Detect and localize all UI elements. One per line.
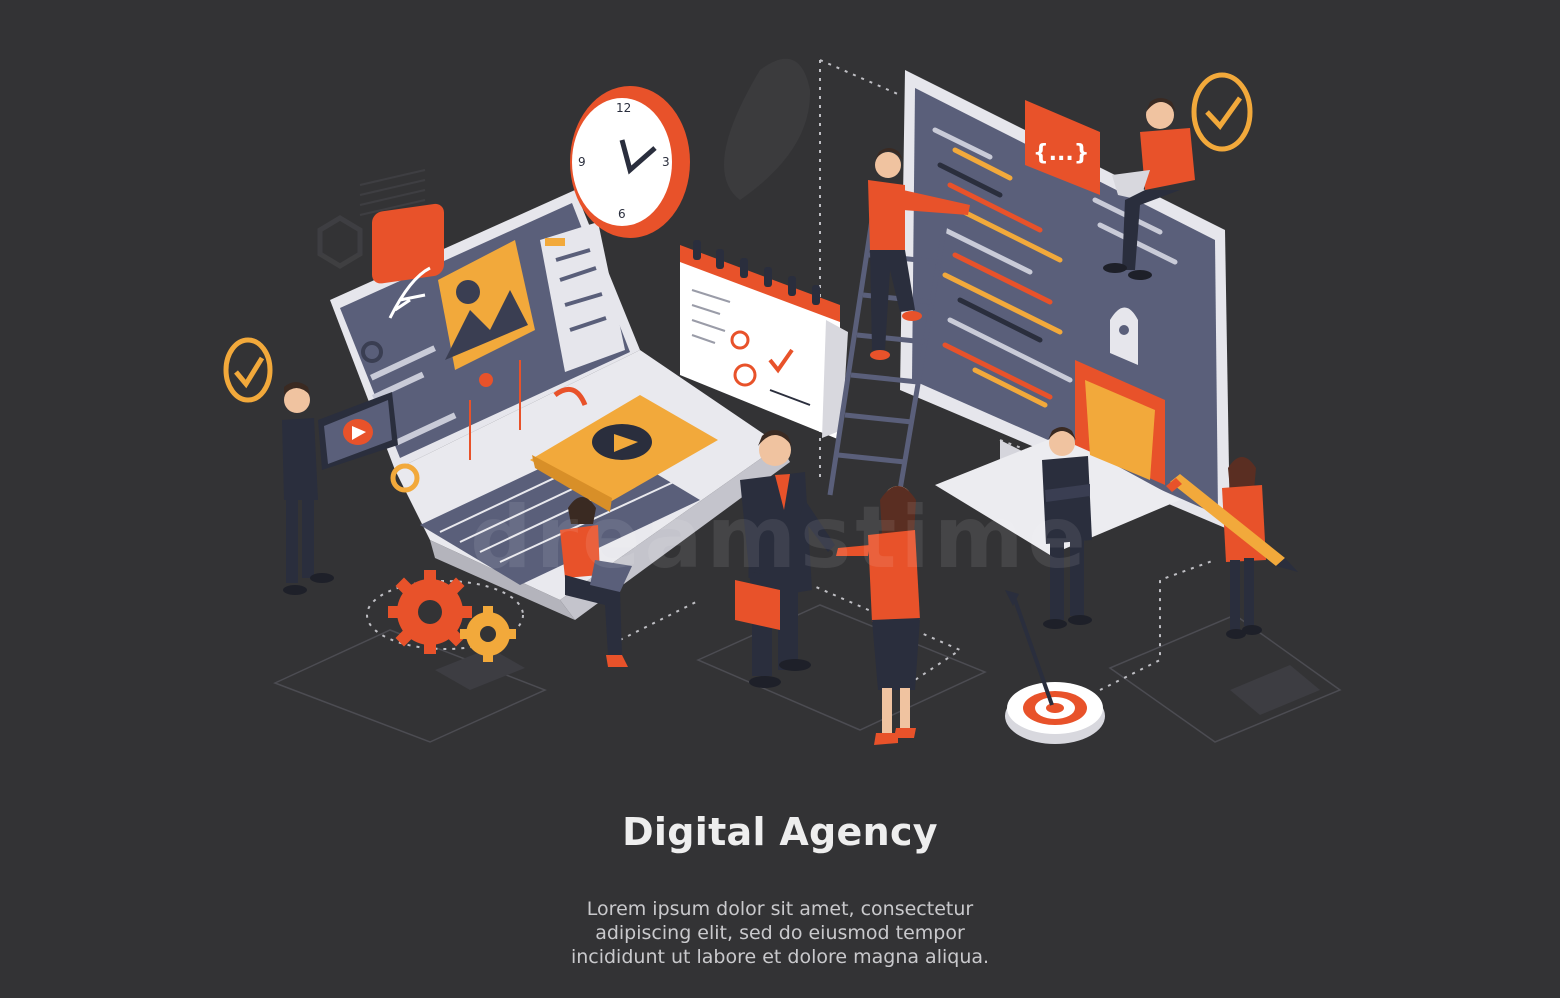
designer-with-pencil xyxy=(1166,457,1298,639)
target-icon xyxy=(1005,682,1105,744)
digital-agency-illustration: 12 3 6 9 {...} Digital Agency Lorem ipsum… xyxy=(0,0,1560,998)
check-icon xyxy=(1191,72,1253,152)
body-copy: Lorem ipsum dolor sit amet, consectetur … xyxy=(500,897,1060,969)
body-line: Lorem ipsum dolor sit amet, consectetur xyxy=(586,898,974,920)
businesswoman-handshake xyxy=(836,486,920,745)
svg-text:12: 12 xyxy=(616,101,631,115)
person-with-tablet xyxy=(282,382,398,595)
body-line: adipiscing elit, sed do eiusmod tempor xyxy=(595,922,965,944)
body-line: incididunt ut labore et dolore magna ali… xyxy=(570,946,990,968)
check-icon xyxy=(223,337,273,403)
clock-icon: 12 3 6 9 xyxy=(570,86,690,238)
svg-text:6: 6 xyxy=(618,207,626,221)
headline: Digital Agency xyxy=(622,810,938,854)
gear-icon xyxy=(388,570,472,654)
svg-text:{...}: {...} xyxy=(1033,141,1089,166)
svg-text:3: 3 xyxy=(662,155,670,169)
svg-text:9: 9 xyxy=(578,155,586,169)
